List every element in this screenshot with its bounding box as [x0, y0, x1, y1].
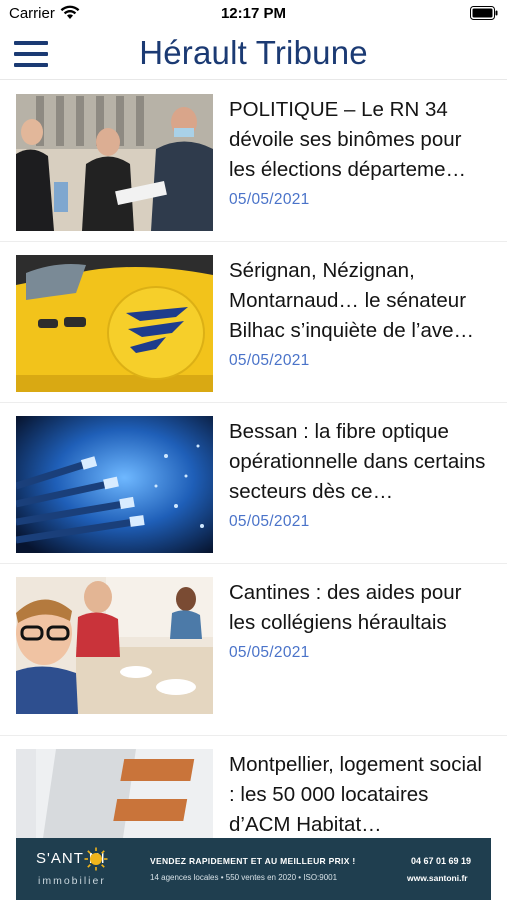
sun-logo-icon: [84, 847, 108, 871]
battery-icon: [470, 6, 498, 20]
school-canteen-photo: [16, 577, 213, 714]
status-time: 12:17 PM: [220, 5, 287, 22]
ad-content: S'ANT NI immobilier VENDEZ RAPIDEMENT ET…: [16, 838, 491, 900]
article-title: Cantines : des aides pour les collégiens…: [229, 581, 462, 634]
la-poste-van-photo: [16, 255, 213, 392]
article-list: POLITIQUE – Le RN 34 dévoile ses binômes…: [0, 81, 507, 897]
article-thumbnail: [16, 94, 213, 231]
article-date: 05/05/2021: [229, 191, 310, 208]
ad-phone: 04 67 01 69 19: [411, 856, 472, 866]
ad-brand-sub: immobilier: [38, 875, 106, 887]
article-thumbnail: [16, 577, 213, 714]
politicians-photo: [16, 94, 213, 231]
article-item[interactable]: POLITIQUE – Le RN 34 dévoile ses binômes…: [0, 81, 507, 242]
advertisement-banner[interactable]: S'ANT NI immobilier VENDEZ RAPIDEMENT ET…: [0, 838, 507, 900]
article-item[interactable]: Cantines : des aides pour les collégiens…: [0, 564, 507, 736]
status-bar: Carrier 12:17 PM: [0, 0, 507, 28]
article-title: Bessan : la fibre optique opérationnelle…: [229, 420, 486, 503]
ad-website: www.santoni.fr: [407, 873, 468, 883]
article-item[interactable]: Sérignan, Nézignan, Montarnaud… le sénat…: [0, 242, 507, 403]
fiber-optic-photo: [16, 416, 213, 553]
app-title: Hérault Tribune: [139, 34, 368, 71]
article-title: Sérignan, Nézignan, Montarnaud… le sénat…: [229, 259, 474, 342]
article-thumbnail: [16, 255, 213, 392]
article-date: 05/05/2021: [229, 644, 310, 661]
article-date: 05/05/2021: [229, 352, 310, 369]
article-date: 05/05/2021: [229, 513, 310, 530]
article-title: POLITIQUE – Le RN 34 dévoile ses binômes…: [229, 98, 467, 181]
app-header: Hérault Tribune: [0, 28, 507, 80]
ad-tagline: VENDEZ RAPIDEMENT ET AU MEILLEUR PRIX !: [150, 856, 356, 866]
article-title: Montpellier, logement social : les 50 00…: [229, 753, 482, 836]
ad-subline: 14 agences locales • 550 ventes en 2020 …: [150, 873, 338, 882]
article-item[interactable]: Bessan : la fibre optique opérationnelle…: [0, 403, 507, 564]
article-thumbnail: [16, 416, 213, 553]
